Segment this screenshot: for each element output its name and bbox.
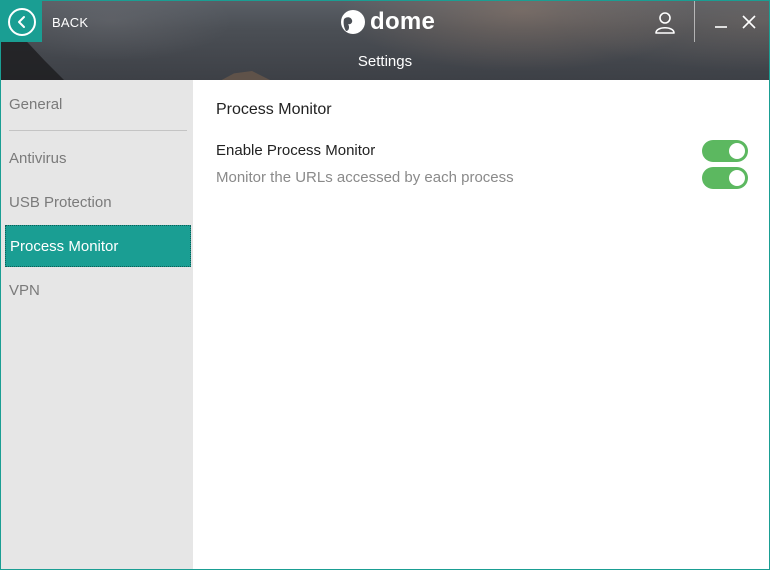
sidebar-item-antivirus[interactable]: Antivirus — [1, 137, 193, 179]
monitor-urls-toggle[interactable] — [702, 167, 748, 189]
back-label[interactable]: BACK — [52, 15, 88, 30]
minimize-icon[interactable] — [711, 11, 731, 33]
logo-text: dome — [370, 8, 436, 35]
toggle-knob — [729, 170, 745, 186]
dome-logo: dome — [340, 7, 435, 37]
sidebar-item-label: VPN — [9, 281, 40, 299]
back-arrow-icon — [7, 7, 36, 36]
sidebar-item-usb-protection[interactable]: USB Protection — [1, 181, 193, 223]
dome-logo-icon — [341, 10, 365, 34]
header-divider — [694, 1, 695, 42]
back-button[interactable] — [1, 1, 42, 42]
sidebar-item-vpn[interactable]: VPN — [1, 269, 193, 311]
app-window: BACK dome Settings General Antivirus USB… — [0, 0, 770, 570]
section-title: Process Monitor — [216, 101, 332, 118]
subheader: Settings — [1, 42, 769, 80]
header: BACK dome Settings — [1, 1, 769, 80]
main-panel: Process Monitor Enable Process Monitor M… — [193, 80, 769, 569]
sidebar-item-label: Process Monitor — [10, 237, 119, 255]
sidebar-item-process-monitor[interactable]: Process Monitor — [5, 225, 191, 267]
enable-process-monitor-toggle[interactable] — [702, 140, 748, 162]
page-title: Settings — [357, 52, 413, 70]
toggle-knob — [729, 143, 745, 159]
close-icon[interactable] — [738, 11, 760, 33]
sidebar-item-label: General — [9, 95, 63, 113]
sidebar-item-general[interactable]: General — [1, 83, 193, 125]
sidebar-divider — [9, 130, 187, 131]
enable-process-monitor-label: Enable Process Monitor — [216, 142, 376, 159]
sidebar-item-label: Antivirus — [9, 149, 67, 167]
sidebar: General Antivirus USB Protection Process… — [1, 80, 193, 569]
monitor-urls-label: Monitor the URLs accessed by each proces… — [216, 169, 514, 186]
sidebar-item-label: USB Protection — [9, 193, 112, 211]
user-icon[interactable] — [652, 10, 678, 36]
